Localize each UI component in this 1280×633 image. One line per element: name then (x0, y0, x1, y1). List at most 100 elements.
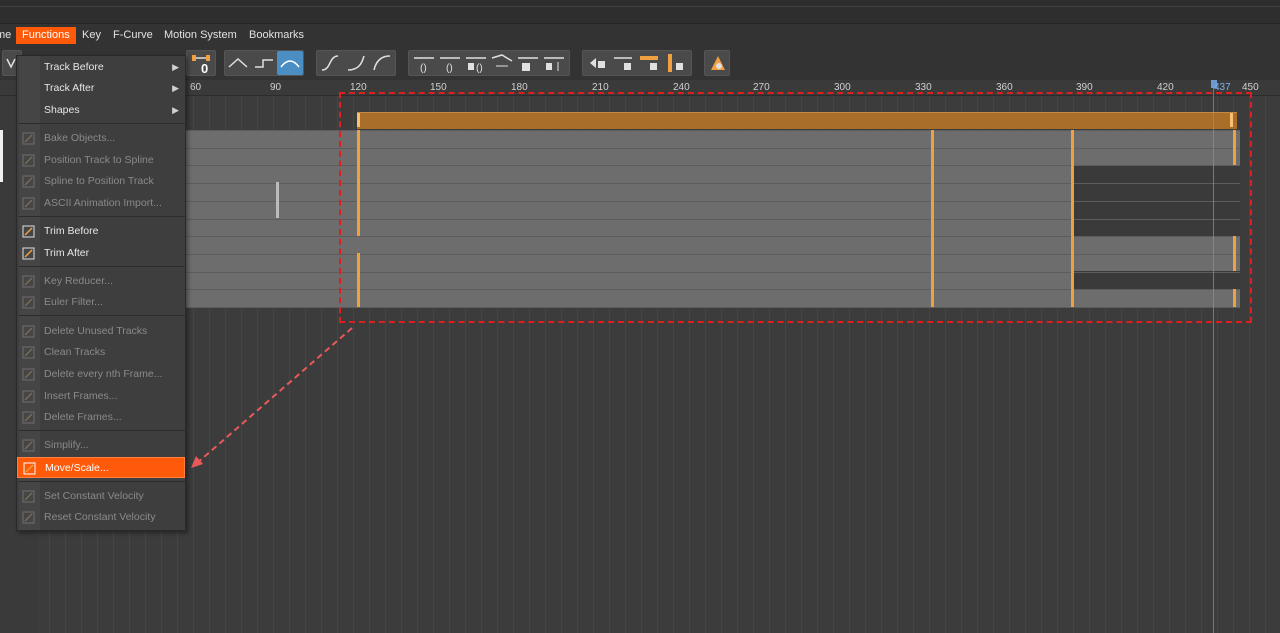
ascii-import-icon (21, 196, 36, 211)
menu-bookmarks[interactable]: Bookmarks (243, 27, 310, 44)
menu-item-label: Insert Frames... (44, 390, 118, 402)
menu-item-label: Move/Scale... (45, 462, 109, 474)
ease-in-out-icon[interactable] (317, 51, 343, 75)
constant-velocity-icon (21, 489, 36, 504)
menu-functions[interactable]: Functions (16, 27, 76, 44)
menu-item-track-after[interactable]: Track After ▶ (17, 78, 185, 99)
menu-item-label: Position Track to Spline (44, 154, 154, 166)
title-strip (0, 0, 1280, 24)
menu-item-label: Simplify... (44, 439, 89, 451)
menu-separator (19, 266, 185, 267)
tangent-weight-icon[interactable]: () (463, 51, 489, 75)
highlight-box (339, 92, 1252, 323)
menu-separator (19, 315, 185, 316)
ease-out-icon[interactable] (369, 51, 395, 75)
toolbar-group-interp (224, 50, 304, 76)
menu-item-bake-objects: Bake Objects... (17, 128, 185, 149)
menu-item-label: Track After (44, 82, 95, 94)
linear-interp-icon[interactable] (225, 51, 251, 75)
toolbar-group-tangents: () () () (408, 50, 570, 76)
menu-item-delete-frames: Delete Frames... (17, 407, 185, 428)
menu-item-label: ASCII Animation Import... (44, 197, 162, 209)
menu-partial[interactable]: me (0, 27, 17, 44)
reset-velocity-icon (21, 510, 36, 525)
ruler-tick: 90 (270, 82, 282, 93)
toolbar-group-locks (582, 50, 692, 76)
delete-frames-icon (21, 410, 36, 425)
menu-item-set-constant-velocity: Set Constant Velocity (17, 486, 185, 507)
menu-item-move-scale[interactable]: Move/Scale... (17, 457, 185, 478)
record-icon[interactable] (705, 51, 731, 75)
menu-item-euler-filter: Euler Filter... (17, 292, 185, 313)
key-reducer-icon (21, 274, 36, 289)
menu-item-position-track-to-spline: Position Track to Spline (17, 150, 185, 171)
menu-item-trim-after[interactable]: Trim After (17, 243, 185, 264)
menu-item-delete-every-nth-frame: Delete every nth Frame... (17, 364, 185, 385)
lock-angle-icon[interactable] (611, 51, 637, 75)
toolbar-group-curves (316, 50, 396, 76)
menu-item-trim-before[interactable]: Trim Before (17, 221, 185, 242)
svg-text:(): () (446, 63, 453, 74)
menu-item-insert-frames: Insert Frames... (17, 386, 185, 407)
toolbar: 0 () () () (0, 47, 1280, 80)
submenu-arrow-icon: ▶ (172, 62, 179, 72)
trim-after-icon (21, 246, 36, 261)
svg-text:(): () (476, 63, 483, 74)
menu-separator (19, 481, 185, 482)
menu-separator (19, 216, 185, 217)
svg-text:(): () (420, 63, 427, 74)
menu-item-label: Shapes (44, 104, 80, 116)
menu-item-label: Spline to Position Track (44, 175, 154, 187)
tangent-down-icon[interactable] (541, 51, 567, 75)
trim-before-icon (21, 224, 36, 239)
menu-item-key-reducer: Key Reducer... (17, 271, 185, 292)
menu-bar: me Functions Key F-Curve Motion System B… (0, 24, 1280, 47)
menu-item-track-before[interactable]: Track Before ▶ (17, 57, 185, 78)
track-to-spline-icon (21, 153, 36, 168)
spline-interp-icon[interactable] (277, 51, 303, 75)
menu-separator (19, 123, 185, 124)
keyframe[interactable] (276, 182, 279, 218)
lock-length-icon[interactable] (637, 51, 663, 75)
menu-item-clean-tracks: Clean Tracks (17, 342, 185, 363)
keyframe[interactable] (0, 130, 3, 182)
ease-in-icon[interactable] (343, 51, 369, 75)
menu-item-spline-to-position-track: Spline to Position Track (17, 171, 185, 192)
menu-item-label: Track Before (44, 61, 104, 73)
menu-fcurve[interactable]: F-Curve (107, 27, 159, 44)
tangent-zero-icon[interactable]: () (411, 51, 437, 75)
menu-item-label: Set Constant Velocity (44, 490, 144, 502)
clean-tracks-icon (21, 345, 36, 360)
step-interp-icon[interactable] (251, 51, 277, 75)
simplify-icon (21, 438, 36, 453)
menu-separator (19, 430, 185, 431)
menu-item-label: Delete every nth Frame... (44, 368, 163, 380)
tangent-break-icon[interactable] (489, 51, 515, 75)
menu-item-label: Key Reducer... (44, 275, 113, 287)
tangent-auto-icon[interactable]: () (437, 51, 463, 75)
menu-item-label: Clean Tracks (44, 346, 106, 358)
menu-item-delete-unused-tracks: Delete Unused Tracks (17, 321, 185, 342)
delete-tracks-icon (21, 324, 36, 339)
menu-motion-system[interactable]: Motion System (158, 27, 243, 44)
grid-line (1265, 96, 1266, 633)
submenu-arrow-icon: ▶ (172, 105, 179, 115)
functions-dropdown: Track Before ▶ Track After ▶ Shapes ▶ Bake Obj… (16, 55, 186, 531)
tangent-lock-icon[interactable] (515, 51, 541, 75)
menu-item-ascii-animation-import: ASCII Animation Import... (17, 193, 185, 214)
lock-value-icon[interactable] (663, 51, 689, 75)
ruler-tick: 60 (190, 82, 202, 93)
bake-icon (21, 131, 36, 146)
lock-left-icon[interactable] (585, 51, 611, 75)
menu-item-shapes[interactable]: Shapes ▶ (17, 100, 185, 121)
menu-item-label: Delete Frames... (44, 411, 122, 423)
menu-item-reset-constant-velocity: Reset Constant Velocity (17, 507, 185, 528)
euler-filter-icon (21, 295, 36, 310)
toolbar-group-frame: 0 (186, 50, 216, 76)
menu-key[interactable]: Key (76, 27, 107, 44)
insert-frames-icon (21, 389, 36, 404)
menu-item-simplify: Simplify... (17, 435, 185, 456)
delete-nth-icon (21, 367, 36, 382)
move-scale-icon (22, 461, 37, 476)
frame-value: 0 (201, 61, 209, 76)
